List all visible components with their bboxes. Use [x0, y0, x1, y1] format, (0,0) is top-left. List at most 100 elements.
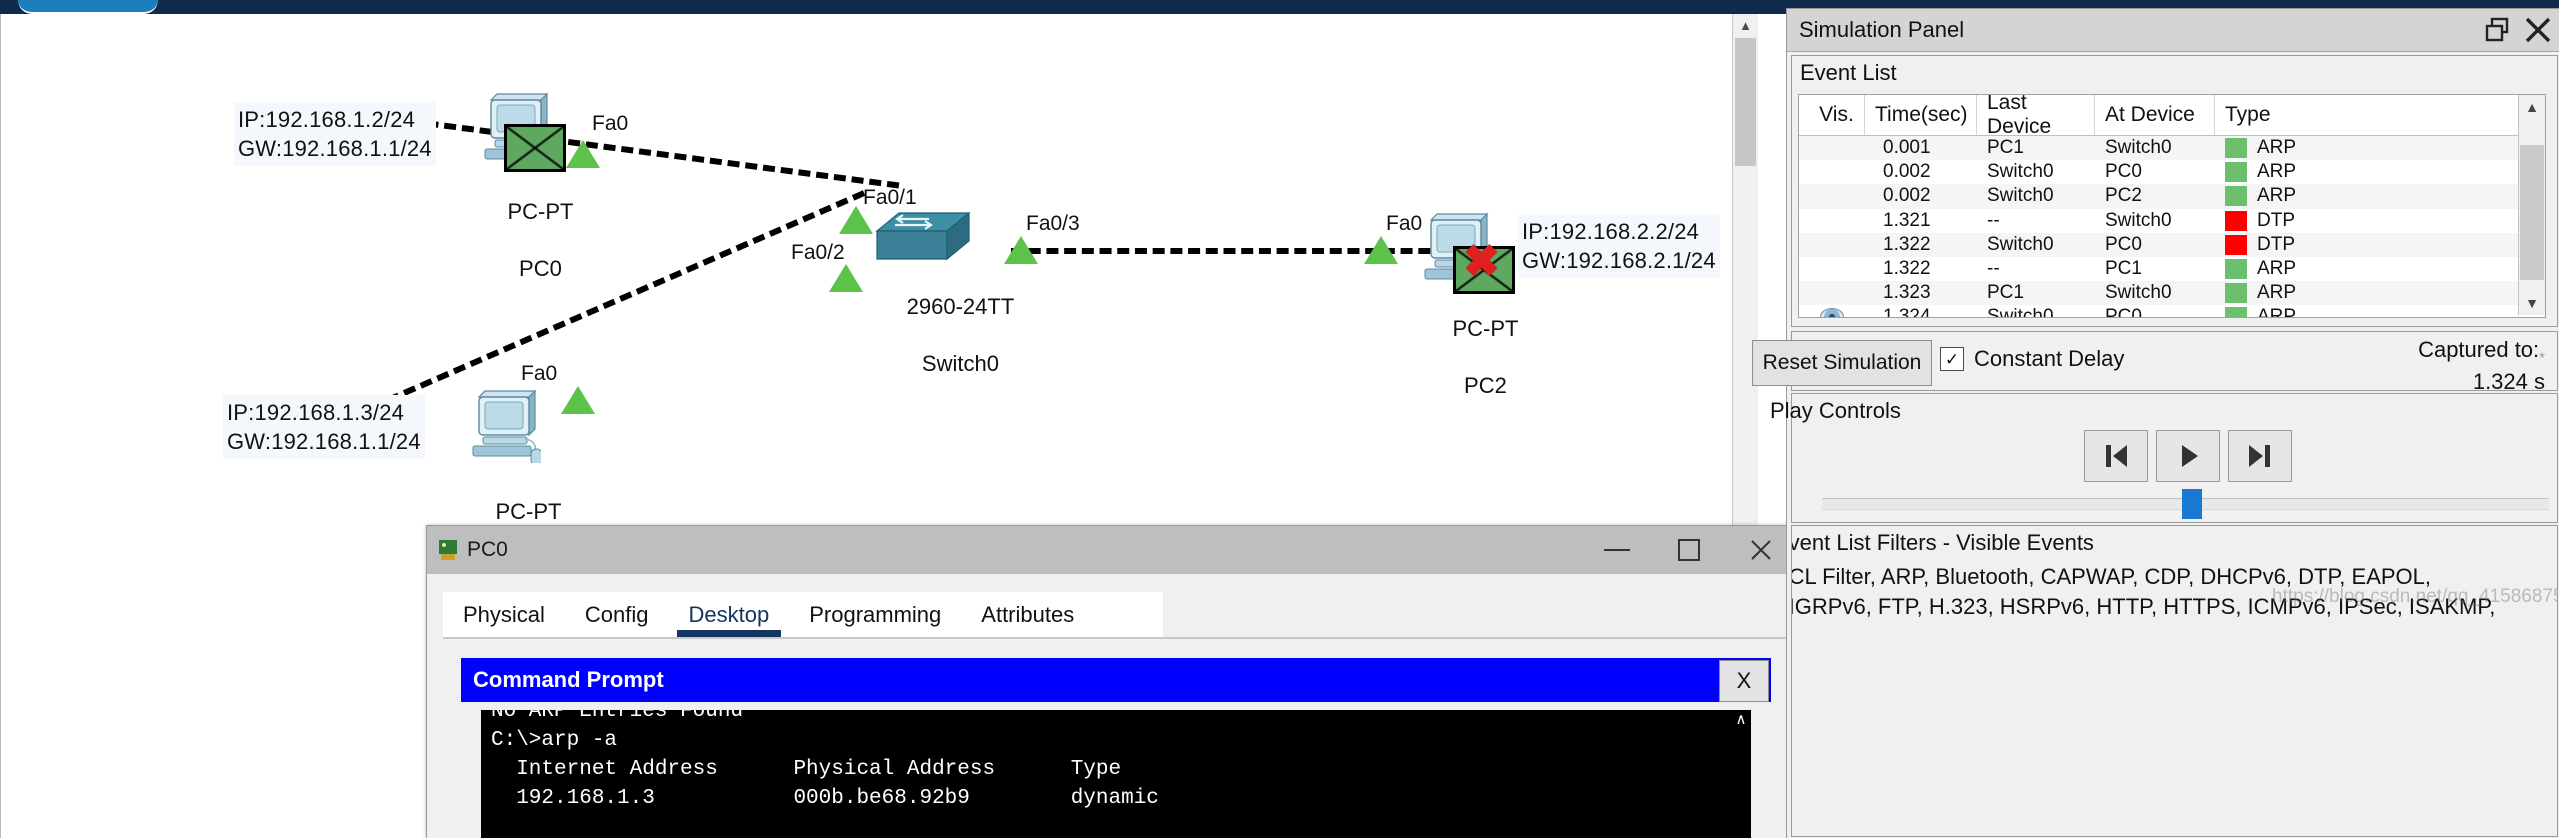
eye-icon[interactable]: [1820, 308, 1844, 317]
row-visibility-cell[interactable]: [1799, 281, 1865, 305]
row-type-cell: ARP: [2215, 305, 2535, 317]
event-list-body[interactable]: 0.001 PC1 Switch0 ARP 0.002 Switch0 PC0 ARP 0.00…: [1799, 136, 2545, 318]
row-visibility-cell[interactable]: [1799, 233, 1865, 257]
row-at-device-cell: Switch0: [2105, 137, 2172, 159]
pc1-model: PC-PT: [495, 498, 562, 524]
command-prompt-close-button[interactable]: X: [1719, 660, 1769, 702]
row-last-device-cell: Switch0: [1987, 161, 2054, 183]
row-visibility-cell[interactable]: [1799, 305, 1865, 317]
tab-attributes[interactable]: Attributes: [961, 592, 1094, 637]
device-tabs[interactable]: Physical Config Desktop Programming Attr…: [443, 592, 1163, 637]
row-time-cell: 0.001: [1883, 137, 1931, 159]
event-list-filters-section[interactable]: Event List Filters - Visible Events ACL …: [1791, 525, 2558, 837]
device-window-titlebar[interactable]: PC0: [427, 526, 1807, 574]
table-row[interactable]: 1.322 Switch0 PC0 DTP: [1799, 232, 2545, 257]
watermark-text: https://blog.csdn.net/qq_41586875: [2272, 586, 2558, 607]
pc2-model: PC-PT: [1452, 315, 1519, 341]
protocol-type-label: ARP: [2257, 161, 2297, 183]
play-icon: [2182, 445, 2198, 467]
protocol-color-swatch: [2225, 259, 2247, 280]
play-button[interactable]: [2156, 430, 2220, 482]
constant-delay-control[interactable]: ✓ Constant Delay: [1940, 346, 2124, 372]
play-controls-section: Play Controls: [1770, 393, 2558, 523]
restore-icon[interactable]: [2484, 17, 2510, 43]
back-button[interactable]: [2084, 430, 2148, 482]
event-list-scrollbar[interactable]: ▲ ▼: [2518, 95, 2545, 315]
protocol-color-swatch: [2225, 234, 2247, 255]
forward-button[interactable]: [2228, 430, 2292, 482]
protocol-type-label: DTP: [2257, 209, 2295, 231]
scroll-thumb[interactable]: [1735, 38, 1756, 166]
back-icon: [2106, 445, 2127, 467]
pc2-blocked-icon: ✖: [1463, 237, 1500, 286]
close-icon[interactable]: [2524, 16, 2552, 44]
device-window-icon: [439, 540, 457, 560]
simulation-panel[interactable]: Simulation Panel Event List Vis. Time(se…: [1752, 8, 2559, 838]
switch-port-fa02-label: Fa0/2: [791, 241, 845, 264]
event-scroll-up-icon[interactable]: ▲: [2519, 95, 2545, 119]
command-prompt-terminal[interactable]: No ARP Entries Found C:\>arp -a Internet…: [481, 710, 1751, 838]
row-visibility-cell[interactable]: [1799, 160, 1865, 184]
constant-delay-checkbox[interactable]: ✓: [1940, 347, 1964, 371]
pc0-link-arrow: [566, 140, 600, 168]
switch0-model: 2960-24TT: [906, 293, 1015, 319]
command-prompt-applet[interactable]: Command Prompt X No ARP Entries Found C:…: [461, 658, 1771, 838]
minimize-icon: [1604, 549, 1630, 551]
play-speed-slider-knob[interactable]: [2182, 489, 2202, 519]
pc0-port-label: Fa0: [592, 112, 629, 135]
command-prompt-titlebar: Command Prompt X: [461, 658, 1771, 702]
pc0-name-label: PC-PT PC0: [431, 169, 601, 312]
table-row[interactable]: 0.001 PC1 Switch0 ARP: [1799, 136, 2545, 161]
scroll-up-icon[interactable]: ▲: [1733, 14, 1758, 36]
app-logo-tab[interactable]: [18, 0, 158, 14]
table-row[interactable]: 1.323 PC1 Switch0 ARP: [1799, 281, 2545, 306]
device-window-buttons: [1581, 526, 1797, 574]
row-visibility-cell[interactable]: [1799, 209, 1865, 233]
simulation-panel-titlebar: Simulation Panel: [1787, 9, 2559, 52]
captured-to-label: Captured to:: [2418, 337, 2540, 362]
pc2-label: PC2: [1464, 372, 1507, 398]
captured-to-value: 1.324 s: [2472, 369, 2545, 395]
link-pc1-switch: [353, 190, 866, 418]
row-visibility-cell[interactable]: [1799, 136, 1865, 160]
row-last-device-cell: Switch0: [1987, 306, 2054, 318]
event-list-table[interactable]: Vis. Time(sec) Last Device At Device Typ…: [1798, 94, 2546, 318]
event-list-section: Event List Vis. Time(sec) Last Device At…: [1791, 55, 2558, 327]
protocol-color-swatch: [2225, 307, 2247, 317]
table-row[interactable]: 0.002 Switch0 PC0 ARP: [1799, 160, 2545, 184]
row-visibility-cell[interactable]: [1799, 257, 1865, 281]
event-scroll-down-icon[interactable]: ▼: [2519, 291, 2545, 315]
table-row[interactable]: 1.322 -- PC1 ARP: [1799, 257, 2545, 281]
table-row[interactable]: 1.321 -- Switch0 DTP: [1799, 209, 2545, 233]
protocol-type-label: ARP: [2257, 258, 2297, 280]
play-speed-slider[interactable]: [1822, 489, 2549, 519]
reset-simulation-button[interactable]: Reset Simulation: [1752, 340, 1932, 386]
column-vis: Vis.: [1799, 95, 1865, 135]
minimize-button[interactable]: [1581, 526, 1653, 574]
table-row[interactable]: 0.002 Switch0 PC2 ARP: [1799, 184, 2545, 209]
pc1-icon[interactable]: [467, 389, 541, 463]
play-controls-label: Play Controls: [1770, 398, 1901, 423]
command-prompt-scrollbar[interactable]: ∧: [1731, 710, 1751, 838]
device-window-pc0[interactable]: PC0 Physical Config Desktop Programming …: [426, 525, 1808, 838]
switch0-icon[interactable]: [873, 209, 973, 271]
column-time: Time(sec): [1865, 95, 1977, 135]
terminal-scroll-up-icon[interactable]: ∧: [1736, 711, 1747, 728]
row-last-device-cell: --: [1987, 209, 2000, 231]
row-visibility-cell[interactable]: [1799, 184, 1865, 208]
tab-programming[interactable]: Programming: [789, 592, 961, 637]
constant-delay-label: Constant Delay: [1974, 346, 2125, 371]
event-scroll-thumb[interactable]: [2520, 145, 2544, 280]
table-row[interactable]: 1.324 Switch0 PC0 ARP: [1799, 305, 2545, 318]
pc0-ip-label: IP:192.168.1.2/24 GW:192.168.1.1/24: [234, 102, 436, 167]
column-last-device: Last Device: [1977, 95, 2095, 138]
tab-desktop[interactable]: Desktop: [669, 592, 790, 637]
maximize-button[interactable]: [1653, 526, 1725, 574]
protocol-type-label: DTP: [2257, 233, 2295, 255]
row-at-device-cell: PC2: [2105, 185, 2142, 207]
command-prompt-title: Command Prompt: [473, 667, 664, 692]
tab-physical[interactable]: Physical: [443, 592, 565, 637]
captured-to-star: *: [2539, 349, 2545, 367]
tab-config[interactable]: Config: [565, 592, 669, 637]
row-type-cell: ARP: [2215, 184, 2535, 208]
